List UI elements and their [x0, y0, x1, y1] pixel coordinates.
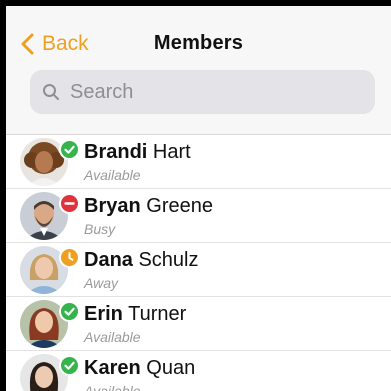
member-last-name: Greene	[146, 195, 213, 217]
search-input[interactable]	[68, 79, 352, 105]
status-badge	[59, 139, 80, 160]
member-status: Available	[84, 383, 141, 391]
member-last-name: Schulz	[138, 249, 199, 271]
minus-icon	[61, 195, 78, 212]
status-badge	[59, 301, 80, 322]
member-row[interactable]: Bryan Greene Busy	[6, 189, 391, 243]
member-name: Dana Schulz	[84, 249, 199, 272]
status-badge	[59, 355, 80, 376]
member-status: Available	[84, 329, 141, 345]
clock-icon	[61, 249, 78, 266]
member-status: Available	[84, 167, 141, 183]
search-icon	[43, 84, 59, 100]
status-badge	[59, 247, 80, 268]
member-name: Erin Turner	[84, 303, 186, 326]
member-first-name: Dana	[84, 249, 133, 271]
status-badge	[59, 193, 80, 214]
member-last-name: Quan	[146, 357, 196, 379]
member-name: Karen Quan	[84, 357, 195, 380]
member-first-name: Erin	[84, 303, 123, 325]
nav-header: Back Members	[6, 6, 391, 135]
member-first-name: Bryan	[84, 195, 141, 217]
member-status: Away	[84, 275, 118, 291]
member-last-name: Turner	[128, 303, 187, 325]
member-row[interactable]: Dana Schulz Away	[6, 243, 391, 297]
member-status: Busy	[84, 221, 116, 237]
member-first-name: Karen	[84, 357, 141, 379]
check-icon	[61, 141, 78, 158]
member-name: Brandi Hart	[84, 141, 191, 164]
member-row[interactable]: Brandi Hart Available	[6, 135, 391, 189]
member-name: Bryan Greene	[84, 195, 213, 218]
check-icon	[61, 357, 78, 374]
member-row[interactable]: Erin Turner Available	[6, 297, 391, 351]
check-icon	[61, 303, 78, 320]
search-bar[interactable]	[30, 70, 375, 114]
members-screen: Back Members Search Brandi Hart Availabl…	[6, 6, 391, 391]
member-first-name: Brandi	[84, 141, 148, 163]
member-list: Brandi Hart Available Bryan Greene Busy …	[6, 135, 391, 391]
member-row[interactable]: Karen Quan Available	[6, 351, 391, 391]
member-last-name: Hart	[152, 141, 191, 163]
page-title: Members	[153, 32, 244, 54]
